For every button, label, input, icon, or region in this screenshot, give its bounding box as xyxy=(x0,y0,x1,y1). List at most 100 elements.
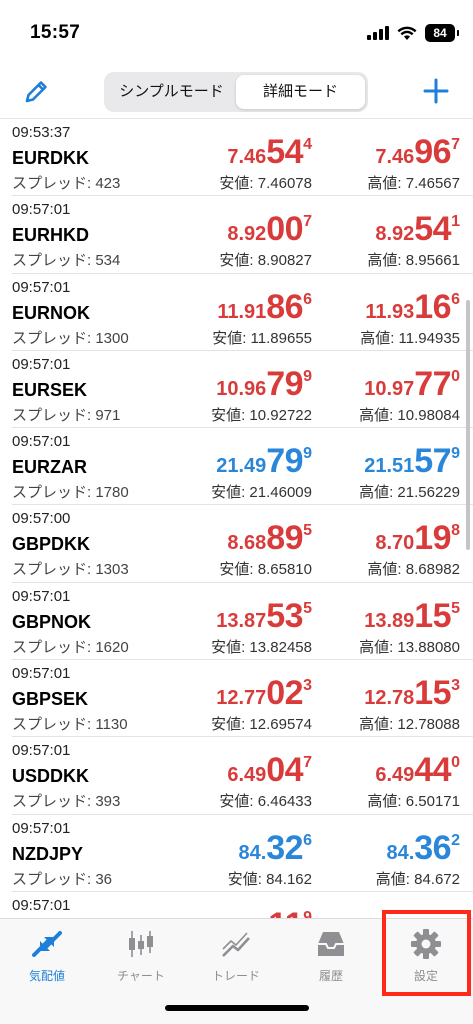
tab-chart[interactable]: チャート xyxy=(96,927,186,984)
quote-spread: スプレッド: 1780 xyxy=(12,481,129,502)
ask-price-major: 7.46 xyxy=(375,146,415,168)
ask-price[interactable]: 8.92541 xyxy=(375,210,460,249)
quote-high: 高値: 7.46567 xyxy=(367,172,460,193)
quote-row[interactable]: 09:57:01 EURZAR スプレッド: 1780 21.49799 21.5157… xyxy=(12,428,473,506)
quote-low: 安値: 12.69574 xyxy=(211,713,312,734)
quote-time: 09:57:01 xyxy=(12,742,71,760)
status-time: 15:57 xyxy=(30,22,81,43)
quote-row[interactable]: 09:57:01 GBPNOK スプレッド: 1620 13.87535 13.8915… xyxy=(12,583,473,661)
quotes-list[interactable]: 09:53:37 EURDKK スプレッド: 423 7.46544 7.46967 安値… xyxy=(0,118,473,918)
ask-price-pips: 77 xyxy=(414,364,452,403)
scrollbar[interactable] xyxy=(466,300,470,550)
bid-price[interactable]: 13.87535 xyxy=(216,597,312,636)
bid-price[interactable]: 7.46544 xyxy=(227,133,312,172)
quote-time: 09:57:01 xyxy=(12,355,71,373)
bid-price-pips: 32 xyxy=(266,828,304,867)
bid-price-fraction: 7 xyxy=(303,213,312,231)
high-value: 8.95661 xyxy=(405,252,460,270)
quote-row[interactable]: 09:57:01 USDDKK スプレッド: 393 6.49047 6.49440 安値… xyxy=(12,737,473,815)
bid-price-fraction: 6 xyxy=(303,290,312,308)
quote-time: 09:57:01 xyxy=(12,278,71,296)
ask-price[interactable]: 8.70198 xyxy=(375,519,460,558)
quote-row[interactable]: 09:57:01 NZDJPY スプレッド: 36 84.326 84.362 安値: 8… xyxy=(12,815,473,892)
spread-value: 36 xyxy=(95,870,113,888)
simple-mode-tab[interactable]: シンプルモード xyxy=(107,75,236,109)
ask-price[interactable]: 11.93166 xyxy=(365,288,460,327)
quote-spread: スプレッド: 971 xyxy=(12,404,120,425)
bid-price[interactable]: 11.91866 xyxy=(217,288,312,327)
ask-price[interactable]: 6.49440 xyxy=(375,751,460,790)
bid-price[interactable]: 6.49047 xyxy=(227,751,312,790)
quote-time: 09:57:01 xyxy=(12,896,71,914)
quote-row[interactable]: 09:53:37 EURDKK スプレッド: 423 7.46544 7.46967 安値… xyxy=(12,119,473,197)
spread-value: 1620 xyxy=(95,638,129,656)
ask-price-major: 8.70 xyxy=(375,532,415,555)
ask-price-pips: 15 xyxy=(414,596,452,635)
add-symbol-icon[interactable] xyxy=(421,76,451,106)
quote-symbol: GBPSEK xyxy=(12,689,89,710)
edit-pencil-icon[interactable] xyxy=(22,78,50,106)
ask-price[interactable]: 21.51579 xyxy=(364,442,460,481)
bid-price[interactable]: 119 xyxy=(268,906,312,918)
quote-row[interactable]: 09:57:01 EURNOK スプレッド: 1300 11.91866 11.9316… xyxy=(12,274,473,351)
quote-low: 安値: 7.46078 xyxy=(219,172,312,193)
quote-high: 高値: 21.56229 xyxy=(359,481,460,502)
high-value: 13.88080 xyxy=(397,638,460,656)
ask-price-major: 10.97 xyxy=(364,377,415,400)
bid-price-pips: 11 xyxy=(268,906,303,918)
ask-price-major: 11.93 xyxy=(365,300,415,323)
tab-trade[interactable]: トレード xyxy=(191,927,281,984)
quote-high: 高値: 8.95661 xyxy=(367,249,460,270)
signal-icon xyxy=(367,26,389,40)
quote-symbol: EURHKD xyxy=(12,225,90,246)
ask-price[interactable]: 7.46967 xyxy=(375,133,460,172)
high-value: 12.78088 xyxy=(397,716,460,734)
low-value: 21.46009 xyxy=(249,484,312,502)
low-value: 13.82458 xyxy=(249,638,312,656)
bid-price-pips: 89 xyxy=(266,519,304,558)
tab-history[interactable]: 履歴 xyxy=(286,927,376,984)
ask-price-fraction: 6 xyxy=(451,290,460,308)
bid-price-fraction: 5 xyxy=(303,522,312,540)
ask-price-major: 84. xyxy=(386,841,415,864)
quote-time: 09:57:01 xyxy=(12,201,71,219)
quote-low: 安値: 84.162 xyxy=(228,868,312,889)
spread-value: 1303 xyxy=(95,561,129,579)
tab-quotes[interactable]: 気配値 xyxy=(2,927,92,984)
bid-price[interactable]: 84.326 xyxy=(238,829,312,868)
bid-price-pips: 86 xyxy=(266,287,304,326)
ask-price[interactable]: 13.89155 xyxy=(364,597,460,636)
bid-price[interactable]: 21.49799 xyxy=(216,442,312,481)
high-label: 高値: xyxy=(359,716,398,734)
low-label: 安値: xyxy=(219,561,258,579)
ask-price[interactable]: 10.97770 xyxy=(364,365,460,404)
bid-price[interactable]: 12.77023 xyxy=(216,674,312,713)
low-value: 8.90827 xyxy=(257,252,312,270)
ask-price[interactable]: 12.78153 xyxy=(364,674,460,713)
trade-icon xyxy=(222,932,250,957)
bid-price-major: 10.96 xyxy=(216,377,267,400)
high-value: 6.50171 xyxy=(405,793,460,811)
detail-mode-tab[interactable]: 詳細モード xyxy=(236,75,365,109)
ask-price-major: 8.92 xyxy=(375,223,415,246)
quote-row[interactable]: 09:57:01 EURSEK スプレッド: 971 10.96799 10.97770… xyxy=(12,351,473,429)
bid-price[interactable]: 10.96799 xyxy=(216,365,312,404)
quote-row[interactable]: 09:57:01 EURHKD スプレッド: 534 8.92007 8.92541 安値… xyxy=(12,196,473,274)
quote-low: 安値: 21.46009 xyxy=(211,481,312,502)
quote-row[interactable]: 09:57:01 GBPSEK スプレッド: 1130 12.77023 12.7815… xyxy=(12,660,473,738)
bid-price[interactable]: 8.68895 xyxy=(227,519,312,558)
ask-price[interactable]: 84.362 xyxy=(386,829,460,868)
spread-label: スプレッド: xyxy=(12,329,96,347)
low-value: 11.89655 xyxy=(250,329,312,347)
bid-price-fraction: 4 xyxy=(303,136,312,153)
wifi-icon xyxy=(397,26,417,40)
ask-price-major: 13.89 xyxy=(364,609,415,632)
quote-row[interactable]: 09:57:00 GBPDKK スプレッド: 1303 8.68895 8.70198 安… xyxy=(12,505,473,583)
bid-price[interactable]: 8.92007 xyxy=(227,210,312,249)
quote-spread: スプレッド: 1620 xyxy=(12,636,129,657)
quotes-icon xyxy=(32,931,62,957)
ask-price-fraction: 5 xyxy=(451,599,460,617)
spread-label: スプレッド: xyxy=(12,716,96,734)
bid-price-fraction: 9 xyxy=(303,908,312,918)
bid-price-major: 11.91 xyxy=(217,300,267,323)
